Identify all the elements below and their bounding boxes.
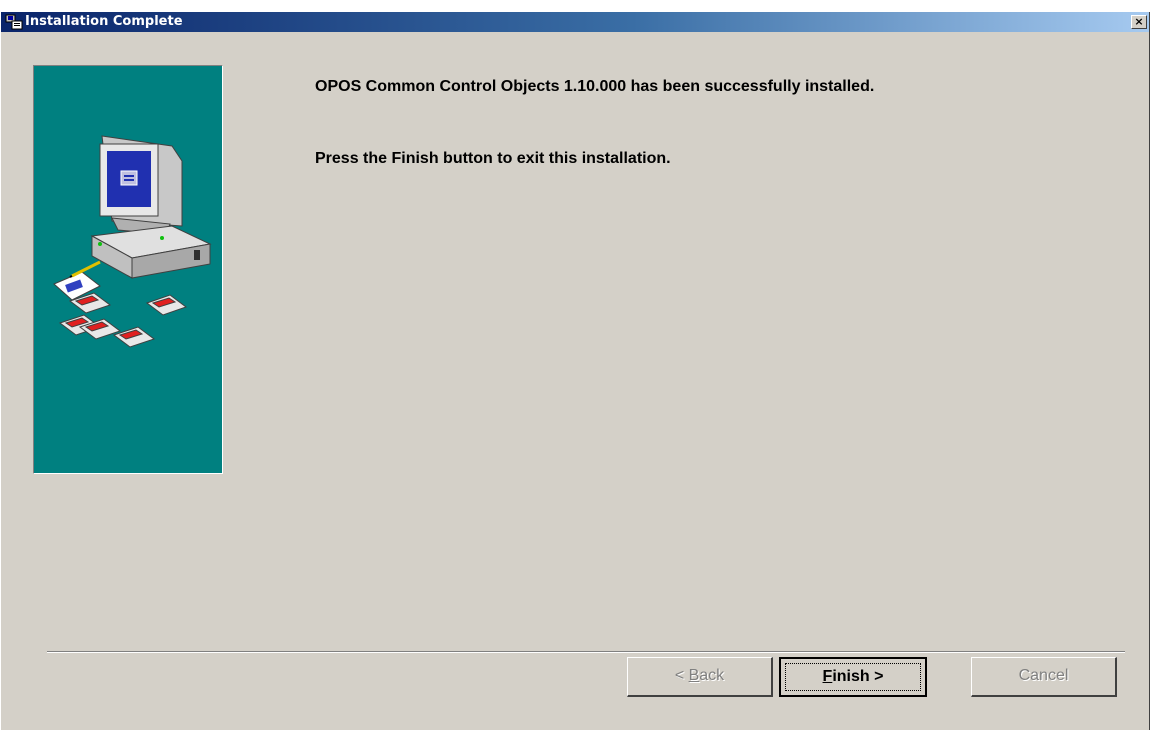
side-image-panel	[33, 65, 223, 474]
finish-button-suffix: >	[869, 668, 884, 685]
finish-button-rest: inish	[832, 668, 870, 685]
finish-button-accel: F	[822, 668, 833, 685]
finish-focus-ring: Finish >	[785, 663, 921, 691]
setup-icon	[5, 14, 23, 30]
back-button-prefix: <	[674, 667, 689, 684]
success-message: OPOS Common Control Objects 1.10.000 has…	[315, 78, 875, 95]
window-title: Installation Complete	[25, 14, 183, 29]
separator-line	[47, 651, 1125, 653]
computer-illustration	[53, 135, 212, 301]
instruction-message: Press the Finish button to exit this ins…	[315, 150, 671, 167]
title-bar[interactable]: Installation Complete ×	[1, 12, 1149, 32]
close-button[interactable]: ×	[1131, 15, 1147, 29]
back-button[interactable]: < Back	[627, 657, 773, 697]
finish-button[interactable]: Finish >	[779, 657, 927, 697]
installer-window: Installation Complete × OPOS Common Cont…	[0, 12, 1150, 730]
back-button-accel: B	[688, 667, 700, 684]
close-icon: ×	[1134, 15, 1144, 28]
back-button-rest: ack	[699, 667, 725, 684]
cancel-button-label: Cancel	[1018, 667, 1069, 684]
cancel-button[interactable]: Cancel	[971, 657, 1117, 697]
floppy-disks-illustration	[58, 292, 188, 348]
